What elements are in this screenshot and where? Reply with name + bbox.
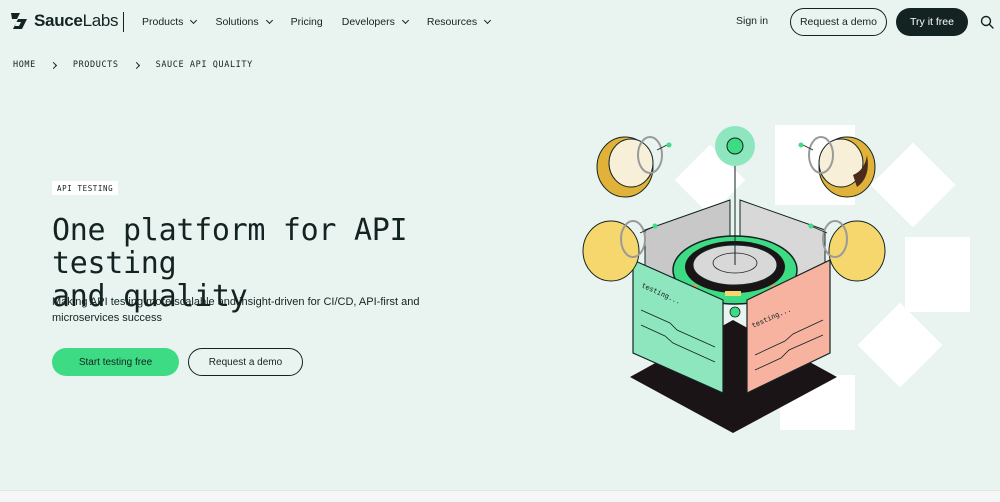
start-testing-button[interactable]: Start testing free: [52, 348, 179, 376]
nav-item-pricing[interactable]: Pricing: [291, 16, 323, 28]
chevron-down-icon: [401, 16, 409, 25]
breadcrumb-home[interactable]: HOME: [13, 60, 36, 70]
title-line-1: One platform for API testing: [52, 213, 408, 281]
top-navigation: SauceLabs Products Solutions Pricing Dev…: [0, 0, 1000, 44]
nav-item-developers[interactable]: Developers: [342, 16, 409, 28]
category-badge: API TESTING: [52, 181, 119, 195]
sign-in-link[interactable]: Sign in: [736, 15, 768, 27]
chevron-down-icon: [190, 16, 198, 25]
chevron-right-icon: [49, 61, 57, 69]
breadcrumb: HOME PRODUCTS SAUCE API QUALITY: [13, 60, 253, 70]
hero-request-demo-button[interactable]: Request a demo: [188, 348, 303, 376]
request-demo-button[interactable]: Request a demo: [790, 8, 887, 36]
chevron-right-icon: [132, 61, 140, 69]
brand-name: SauceLabs: [34, 11, 119, 30]
nav-menu: Products Solutions Pricing Developers Re…: [142, 0, 492, 44]
next-section-edge: [0, 490, 1000, 502]
search-icon[interactable]: [980, 15, 994, 29]
breadcrumb-products[interactable]: PRODUCTS: [73, 60, 119, 70]
saucelabs-logo[interactable]: SauceLabs: [8, 11, 119, 31]
breadcrumb-current: SAUCE API QUALITY: [155, 60, 253, 70]
nav-item-resources[interactable]: Resources: [427, 16, 492, 28]
pod-top-left: [596, 136, 672, 198]
nav-item-products[interactable]: Products: [142, 16, 198, 28]
nav-divider: [123, 12, 124, 32]
chevron-down-icon: [265, 16, 273, 25]
hero-subtitle: Making API testing more scalable and ins…: [52, 296, 420, 324]
nav-item-solutions[interactable]: Solutions: [215, 16, 273, 28]
api-testing-illustration: testing... testing...: [582, 125, 970, 433]
try-it-free-button[interactable]: Try it free: [896, 8, 968, 36]
chevron-down-icon: [484, 16, 492, 25]
saucelabs-bolt-icon: [11, 13, 27, 29]
